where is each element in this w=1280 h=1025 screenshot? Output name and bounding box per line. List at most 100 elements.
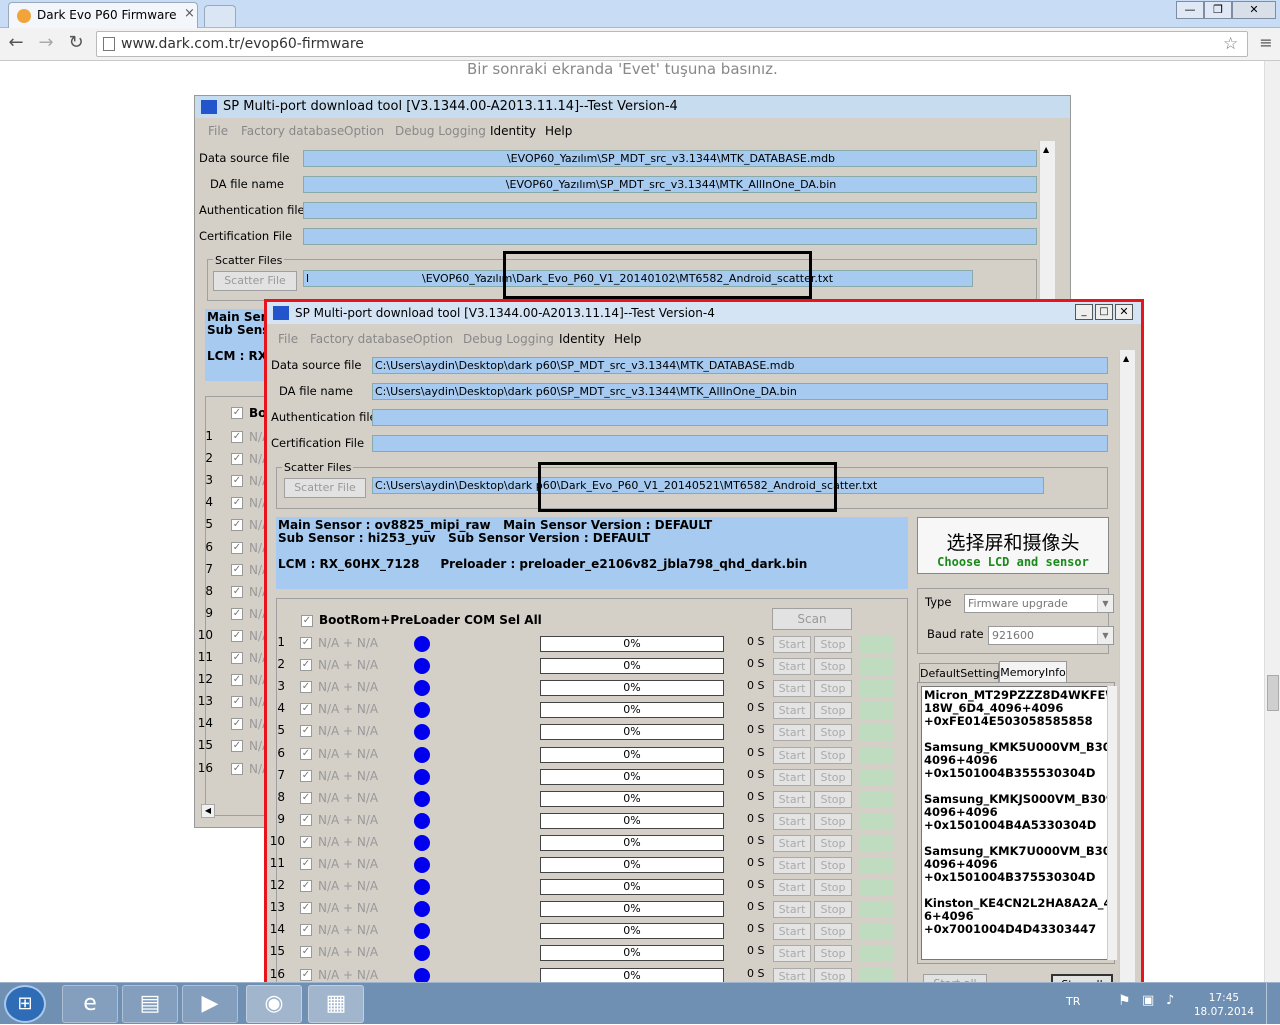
chrome-icon[interactable]: ◉ [246, 985, 302, 1023]
start-button[interactable]: ⊞ [4, 985, 46, 1023]
menu-option[interactable]: Option [413, 332, 453, 346]
back-select-all-checkbox[interactable]: ✓ [231, 407, 243, 419]
chevron-down-icon[interactable]: ▼ [1097, 627, 1113, 644]
clock[interactable]: 17:45 18.07.2014 [1194, 991, 1254, 1019]
scroll-up-icon[interactable]: ▲ [1043, 145, 1049, 154]
media-player-icon[interactable]: ▶ [182, 985, 238, 1023]
row-start-button[interactable]: Start [773, 768, 811, 786]
new-tab-button[interactable] [204, 5, 236, 27]
tab-memory-info[interactable]: MemoryInfo [999, 661, 1067, 683]
row-stop-button[interactable]: Stop [814, 901, 852, 919]
window-minimize-icon[interactable]: _ [1075, 304, 1093, 320]
da-file-field[interactable]: \EVOP60_Yazılım\SP_MDT_src_v3.1344\MTK_A… [303, 176, 1037, 193]
type-select[interactable]: Firmware upgrade ▼ [964, 594, 1114, 613]
tab-default-setting[interactable]: DefaultSetting [919, 663, 1000, 683]
row-start-button[interactable]: Start [773, 746, 811, 764]
select-all-checkbox[interactable]: ✓ [301, 615, 313, 627]
row-checkbox[interactable]: ✓ [300, 813, 312, 826]
row-start-button[interactable]: Start [773, 636, 811, 653]
row-checkbox[interactable]: ✓ [300, 637, 312, 649]
reload-icon[interactable]: ↻ [64, 32, 88, 56]
language-indicator[interactable]: TR [1066, 995, 1080, 1008]
row-start-button[interactable]: Start [773, 945, 811, 963]
row-checkbox[interactable]: ✓ [300, 858, 312, 870]
row-start-button[interactable]: Start [773, 724, 811, 742]
show-desktop-button[interactable] [1266, 983, 1280, 1025]
scroll-up-icon[interactable]: ▲ [1123, 354, 1129, 363]
row-checkbox[interactable]: ✓ [300, 902, 312, 915]
back-row-checkbox[interactable]: ✓ [231, 607, 243, 620]
window-maximize-icon[interactable]: □ [1095, 304, 1113, 320]
back-row-checkbox[interactable]: ✓ [231, 541, 243, 554]
row-checkbox[interactable]: ✓ [300, 681, 312, 694]
row-checkbox[interactable]: ✓ [300, 747, 312, 760]
memory-scrollbar[interactable] [1107, 686, 1117, 960]
menu-help[interactable]: Help [545, 124, 572, 138]
back-row-checkbox[interactable]: ✓ [231, 740, 243, 753]
menu-identity[interactable]: Identity [559, 332, 605, 346]
row-stop-button[interactable]: Stop [814, 636, 852, 653]
back-row-checkbox[interactable]: ✓ [231, 762, 243, 775]
row-checkbox[interactable]: ✓ [300, 880, 312, 893]
row-start-button[interactable]: Start [773, 879, 811, 897]
row-checkbox[interactable]: ✓ [300, 659, 312, 672]
back-row-checkbox[interactable]: ✓ [231, 519, 243, 532]
volume-icon[interactable]: ♪ [1166, 993, 1174, 1008]
row-stop-button[interactable]: Stop [814, 724, 852, 742]
row-start-button[interactable]: Start [773, 812, 811, 830]
back-row-checkbox[interactable]: ✓ [231, 718, 243, 731]
row-stop-button[interactable]: Stop [814, 945, 852, 963]
row-checkbox[interactable]: ✓ [300, 725, 312, 738]
menu-identity[interactable]: Identity [490, 124, 536, 138]
row-start-button[interactable]: Start [773, 680, 811, 698]
da-file-field[interactable]: C:\Users\aydin\Desktop\dark p60\SP_MDT_s… [372, 383, 1108, 400]
row-start-button[interactable]: Start [773, 901, 811, 919]
row-checkbox[interactable]: ✓ [300, 769, 312, 782]
close-window-icon[interactable]: ✕ [1232, 1, 1276, 19]
row-stop-button[interactable]: Stop [814, 790, 852, 808]
row-checkbox[interactable]: ✓ [300, 968, 312, 981]
row-stop-button[interactable]: Stop [814, 923, 852, 941]
flag-icon[interactable]: ⚑ [1118, 993, 1131, 1009]
row-stop-button[interactable]: Stop [814, 879, 852, 897]
menu-debug-logging[interactable]: Debug Logging [463, 332, 554, 346]
row-start-button[interactable]: Start [773, 658, 811, 676]
tab-close-icon[interactable]: × [184, 6, 195, 21]
row-start-button[interactable]: Start [773, 790, 811, 808]
row-stop-button[interactable]: Stop [814, 768, 852, 786]
memory-info-list[interactable]: Micron_MT29PZZZ8D4WKFEW_ 18W_6D4_4096+40… [921, 686, 1117, 960]
maximize-icon[interactable]: ❐ [1204, 1, 1232, 19]
page-scrollbar[interactable] [1264, 61, 1280, 982]
front-scrollbar[interactable]: ▲ [1119, 350, 1135, 984]
menu-help[interactable]: Help [614, 332, 641, 346]
row-start-button[interactable]: Start [773, 834, 811, 852]
row-stop-button[interactable]: Stop [814, 658, 852, 676]
menu-debug-logging[interactable]: Debug Logging [395, 124, 486, 138]
back-scrollbar[interactable]: ▲ [1039, 141, 1055, 301]
row-checkbox[interactable]: ✓ [300, 946, 312, 959]
row-stop-button[interactable]: Stop [814, 857, 852, 874]
forward-icon[interactable]: → [34, 32, 58, 56]
row-checkbox[interactable]: ✓ [300, 835, 312, 848]
back-row-checkbox[interactable]: ✓ [231, 585, 243, 598]
row-start-button[interactable]: Start [773, 857, 811, 874]
back-row-checkbox[interactable]: ✓ [231, 475, 243, 488]
choose-lcd-button[interactable]: 选择屏和摄像头 Choose LCD and sensor [917, 517, 1109, 574]
browser-tab[interactable]: Dark Evo P60 Firmware Yü × [8, 2, 198, 28]
row-stop-button[interactable]: Stop [814, 834, 852, 852]
back-row-checkbox[interactable]: ✓ [231, 431, 243, 443]
baud-select[interactable]: 921600 ▼ [988, 626, 1114, 645]
data-source-field[interactable]: \EVOP60_Yazılım\SP_MDT_src_v3.1344\MTK_D… [303, 150, 1037, 167]
menu-factory-database[interactable]: Factory database [310, 332, 413, 346]
back-row-checkbox[interactable]: ✓ [231, 629, 243, 642]
explorer-icon[interactable]: ▤ [122, 985, 178, 1023]
auth-file-field[interactable] [372, 409, 1108, 426]
back-row-checkbox[interactable]: ✓ [231, 696, 243, 709]
row-checkbox[interactable]: ✓ [300, 703, 312, 716]
row-stop-button[interactable]: Stop [814, 812, 852, 830]
auth-file-field[interactable] [303, 202, 1037, 219]
bookmark-star-icon[interactable]: ☆ [1223, 34, 1238, 54]
ie-icon[interactable]: e [62, 985, 118, 1023]
sp-tool-icon[interactable]: ▦ [308, 985, 364, 1023]
back-row-checkbox[interactable]: ✓ [231, 453, 243, 466]
